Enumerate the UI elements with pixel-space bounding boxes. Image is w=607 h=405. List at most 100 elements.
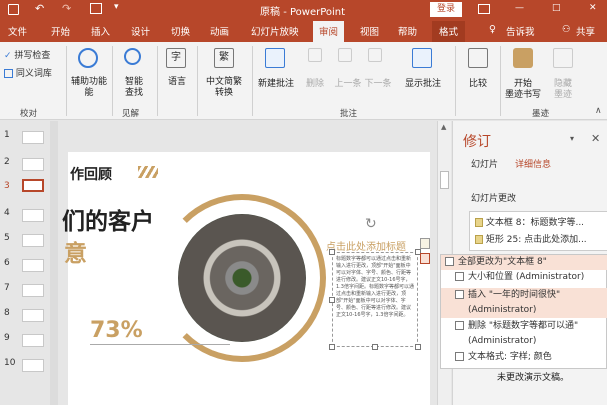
- accessibility-icon[interactable]: [78, 48, 98, 68]
- thesaurus-label: 同义词库: [15, 69, 52, 79]
- tab-format[interactable]: 格式: [432, 21, 466, 42]
- collapse-ribbon-icon[interactable]: ∧: [595, 106, 602, 116]
- share-button[interactable]: 共享: [576, 24, 595, 38]
- show-comments-button[interactable]: 显示批注: [400, 76, 446, 89]
- close-button[interactable]: ✕: [589, 3, 597, 13]
- thumbnail[interactable]: [22, 284, 44, 297]
- tab-animations[interactable]: 动画: [210, 24, 229, 38]
- tab-transitions[interactable]: 切换: [171, 24, 190, 38]
- revision-author: (Administrator): [441, 303, 607, 318]
- prev-icon[interactable]: [338, 48, 352, 62]
- thumbnail[interactable]: [22, 158, 44, 171]
- restore-button[interactable]: □: [552, 3, 561, 13]
- group-proofing: 校对: [20, 109, 38, 119]
- resize-handle[interactable]: [329, 249, 335, 255]
- thumbnail[interactable]: [22, 359, 44, 372]
- checkbox[interactable]: [455, 321, 464, 330]
- tell-me-button[interactable]: 告诉我: [506, 24, 535, 38]
- change-item[interactable]: 文本框 8：标题数字等...: [475, 215, 607, 228]
- scroll-up-icon[interactable]: ▲: [441, 123, 446, 131]
- delete-comment-button[interactable]: 删除: [300, 76, 330, 89]
- check-icon: ✓: [4, 51, 12, 61]
- divider: [252, 46, 253, 116]
- thumbnail[interactable]: [22, 234, 44, 247]
- start-from-beginning-icon[interactable]: [90, 3, 102, 14]
- ribbon-display-icon[interactable]: [478, 4, 490, 14]
- revision-label: 插入 "一年的时间很快": [468, 290, 561, 300]
- comment-marker-icon[interactable]: [420, 238, 430, 249]
- thumbnail[interactable]: [22, 309, 44, 322]
- scroll-thumb[interactable]: [440, 171, 449, 189]
- undo-icon[interactable]: ↶: [35, 2, 44, 15]
- show-comments-icon[interactable]: [412, 48, 432, 68]
- ribbon-tab-bar: 文件 开始 插入 设计 切换 动画 幻灯片放映 审阅 视图 帮助 格式 ♀ 告诉…: [0, 20, 607, 42]
- thumb-number: 7: [4, 283, 10, 293]
- thumb-number: 5: [4, 233, 10, 243]
- checkbox[interactable]: [445, 257, 454, 266]
- compare-button[interactable]: 比较: [460, 76, 496, 89]
- comment-icon[interactable]: [265, 48, 285, 68]
- lightbulb-icon[interactable]: ♀: [489, 24, 496, 35]
- spellcheck-button[interactable]: ✓ 拼写检查: [4, 48, 50, 61]
- chinese-conversion-icon[interactable]: 繁: [214, 48, 234, 68]
- revision-row[interactable]: 插入 "一年的时间很快": [441, 288, 607, 303]
- tab-file[interactable]: 文件: [8, 24, 27, 38]
- next-icon[interactable]: [368, 48, 382, 62]
- tab-slides[interactable]: 幻灯片: [471, 157, 498, 170]
- change-item[interactable]: 矩形 25: 点击此处添加...: [475, 232, 607, 245]
- redo-icon[interactable]: ↷: [62, 2, 71, 15]
- title-placeholder[interactable]: 点击此处添加标题: [326, 238, 406, 253]
- minimize-button[interactable]: —: [515, 3, 524, 13]
- thumbnail[interactable]: [22, 209, 44, 222]
- tab-slideshow[interactable]: 幻灯片放映: [251, 24, 299, 38]
- revision-popup: 全部更改为"文本框 8" 大小和位置 (Administrator) 插入 "一…: [440, 254, 607, 369]
- ink-icon[interactable]: [513, 48, 533, 68]
- checkbox[interactable]: [455, 352, 464, 361]
- revision-row[interactable]: 大小和位置 (Administrator): [441, 270, 607, 285]
- close-icon[interactable]: ✕: [591, 132, 600, 145]
- checkbox[interactable]: [455, 290, 464, 299]
- new-comment-button[interactable]: 新建批注: [255, 76, 297, 89]
- save-icon[interactable]: [8, 4, 19, 15]
- slide-thumbnails: 1 2 3 4 5 6 7 8 9 10: [0, 121, 57, 405]
- revision-row[interactable]: 文本格式: 字样; 颜色: [441, 350, 607, 365]
- resize-handle[interactable]: [329, 344, 335, 350]
- comment-marker-icon[interactable]: [420, 253, 430, 264]
- customize-qat-icon[interactable]: ▾: [114, 2, 119, 12]
- resize-handle[interactable]: [372, 344, 378, 350]
- tab-home[interactable]: 开始: [51, 24, 70, 38]
- language-icon[interactable]: 字: [166, 48, 186, 68]
- resize-handle[interactable]: [329, 297, 335, 303]
- thesaurus-button[interactable]: 同义词库: [4, 66, 52, 79]
- thumbnail[interactable]: [22, 334, 44, 347]
- resize-handle[interactable]: [415, 344, 421, 350]
- tab-review[interactable]: 审阅: [313, 21, 345, 42]
- tab-details[interactable]: 详细信息: [515, 157, 551, 170]
- language-button[interactable]: 语言: [160, 74, 194, 87]
- panel-options-icon[interactable]: ▾: [570, 134, 574, 143]
- tab-view[interactable]: 视图: [360, 24, 379, 38]
- person-icon[interactable]: ⚇: [562, 24, 571, 35]
- thumbnail[interactable]: [22, 131, 44, 144]
- thumb-number: 6: [4, 258, 10, 268]
- panel-section-title: 幻灯片更改: [471, 194, 517, 204]
- tab-help[interactable]: 帮助: [398, 24, 417, 38]
- rotate-handle-icon[interactable]: ↻: [365, 216, 377, 232]
- search-icon[interactable]: [124, 48, 141, 65]
- thumbnail-scrollbar[interactable]: [50, 121, 58, 405]
- hide-ink-icon[interactable]: [553, 48, 573, 68]
- tab-design[interactable]: 设计: [131, 24, 150, 38]
- login-button[interactable]: 登录: [430, 2, 462, 17]
- tab-insert[interactable]: 插入: [91, 24, 110, 38]
- slide[interactable]: 作回顾 们的客户 意 73% ↻ 点击此处添加标题 标题数字等都可以通过点击和重…: [62, 152, 430, 405]
- selected-textbox[interactable]: 标题数字等都可以通过点击和重新输入进行更改，顶部"开始"面板中可以对字体、字号、…: [332, 252, 418, 347]
- thumbnail[interactable]: [22, 259, 44, 272]
- revision-row[interactable]: 删除 "标题数字等都可以通": [441, 319, 607, 334]
- accept-all-row[interactable]: 全部更改为"文本框 8": [441, 255, 607, 270]
- delete-icon[interactable]: [308, 48, 322, 62]
- compare-icon[interactable]: [468, 48, 488, 68]
- prev-comment-button[interactable]: 上一条: [333, 76, 363, 89]
- checkbox[interactable]: [455, 272, 464, 281]
- next-comment-button[interactable]: 下一条: [363, 76, 393, 89]
- thumbnail-selected[interactable]: [22, 179, 44, 192]
